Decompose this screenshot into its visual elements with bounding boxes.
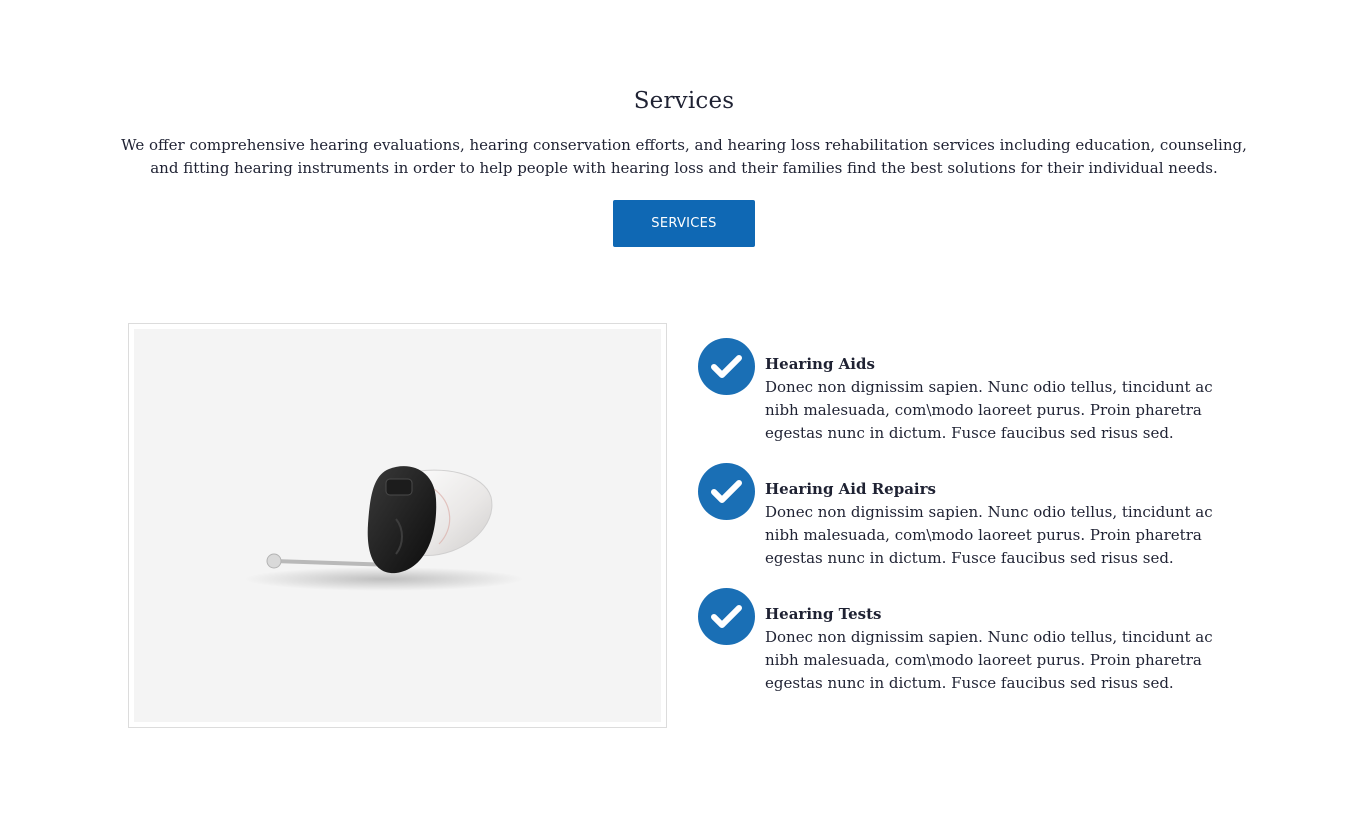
- feature-description: Donec non dignissim sapien. Nunc odio te…: [765, 378, 1213, 442]
- feature-description: Donec non dignissim sapien. Nunc odio te…: [765, 628, 1213, 692]
- feature-title: Hearing Aid Repairs: [765, 480, 936, 498]
- feature-description: Donec non dignissim sapien. Nunc odio te…: [765, 503, 1213, 567]
- services-title: Services: [633, 88, 735, 114]
- hearing-aid-image: [134, 329, 661, 722]
- check-icon: [698, 463, 755, 520]
- feature-title: Hearing Aids: [765, 355, 875, 373]
- product-image-frame: [128, 323, 667, 728]
- feature-title: Hearing Tests: [765, 605, 882, 623]
- check-icon: [698, 338, 755, 395]
- services-intro: We offer comprehensive hearing evaluatio…: [121, 136, 1247, 177]
- services-button[interactable]: SERVICES: [613, 200, 755, 247]
- check-icon: [698, 588, 755, 645]
